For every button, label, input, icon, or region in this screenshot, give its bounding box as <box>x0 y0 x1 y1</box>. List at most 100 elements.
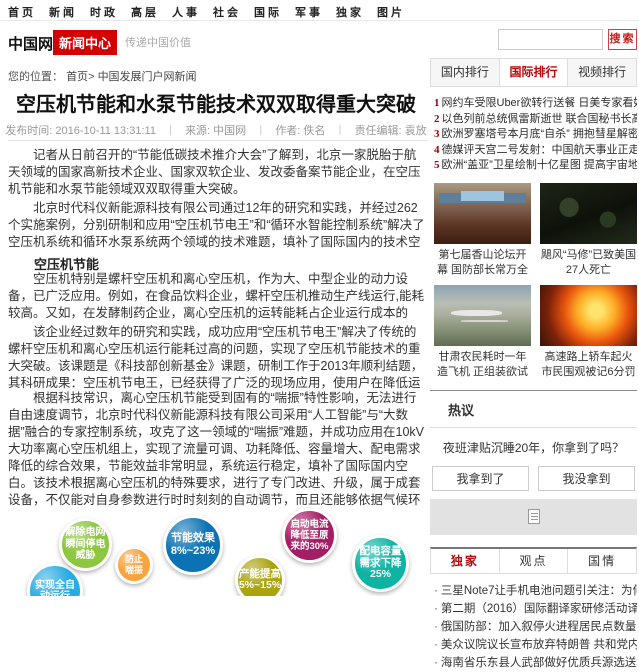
car-fire-photo <box>540 285 637 346</box>
exclusive-list: ·三星Note7让手机电池问题引关注：为何会爆炸 ·第二期（2016）国际翻译家… <box>434 582 637 672</box>
bullet: · <box>434 585 438 597</box>
list-item[interactable]: 2以色列前总统佩雷斯逝世 联合国秘书长高度评价其 <box>434 112 637 128</box>
hot-topic-question: 夜班津贴沉睡20年，你拿到了吗？ <box>430 428 637 466</box>
nav-item-pictures[interactable]: 图片 <box>377 4 405 20</box>
article-paragraph: 该企业经过数年的研究和实践，成功应用“空压机节电王”解决了传统的螺杆空压机和离心… <box>8 324 428 392</box>
site-logo[interactable]: 中国网 <box>8 33 53 54</box>
list-item[interactable]: ·美众议院议长宣布放弃特朗普 共和党内严重分裂 <box>434 636 637 654</box>
rank-number: 5 <box>434 159 440 171</box>
hot-topic-vote: 我拿到了 我没拿到 <box>430 466 637 491</box>
photo-news-grid: 第七届香山论坛开幕 国防部长常万全发表演讲 飓风“马修”已致美国27人死亡 甘肃… <box>434 183 637 380</box>
bullet: · <box>434 621 438 633</box>
breadcrumb-home-link[interactable]: 首页 <box>66 71 88 83</box>
list-item[interactable]: 5欧洲“盖亚”卫星绘制十亿星图 提高宇宙地图“分辨 <box>434 158 637 174</box>
list-item[interactable]: ·海南省乐东县人武部做好优质兵源选送教育工作 <box>434 654 637 672</box>
page-title: 空压机节能和水泵节能技术双双取得重大突破 <box>0 88 432 117</box>
rank-item-text: 德媒评天宫二号发射：中国航天事业正走向全盛阶段 <box>442 144 638 156</box>
vote-yes-button[interactable]: 我拿到了 <box>432 466 529 491</box>
bubble-label: 产能提高 5%~15% <box>236 569 284 592</box>
search-input[interactable] <box>498 29 603 50</box>
bubble-label: 启动电流降低至原来的30% <box>285 519 334 552</box>
article-paragraph: 记者从日前召开的“节能低碳技术推介大会”了解到，北京一家脱胎于航天领域的国家高新… <box>8 147 428 198</box>
rank-item-text: 欧洲罗塞塔号本月底“自杀” 拥抱彗星解密内外结 <box>442 128 638 140</box>
nav-item-politics[interactable]: 时政 <box>90 4 118 20</box>
list-item[interactable]: ·三星Note7让手机电池问题引关注：为何会爆炸 <box>434 582 637 600</box>
bubble-label: 配电容量需求下降25% <box>355 546 406 581</box>
breadcrumb-separator: > <box>88 71 94 83</box>
nav-item-exclusive[interactable]: 独家 <box>336 4 364 20</box>
exclusive-item-text: 第二期（2016）国际翻译家研修活动译者招募启事 <box>441 603 637 615</box>
rank-number: 4 <box>434 144 440 156</box>
hot-topic-footer <box>430 499 637 535</box>
photo-caption: 甘肃农民耗时一年造飞机 正组装欲试飞 <box>434 350 531 380</box>
search-button[interactable]: 搜索 <box>608 29 637 50</box>
tab-international-ranking[interactable]: 国际排行 <box>500 59 569 86</box>
tab-video-ranking[interactable]: 视频排行 <box>568 59 636 86</box>
breadcrumb-current-link[interactable]: 中国发展门户网新闻 <box>98 71 197 83</box>
rank-number: 2 <box>434 113 440 125</box>
article-meta: 发布时间: 2016-10-11 13:31:11 丨 来源: 中国网 丨 作者… <box>0 122 432 138</box>
rank-item-text: 欧洲“盖亚”卫星绘制十亿星图 提高宇宙地图“分辨 <box>442 159 638 171</box>
photo-caption: 高速路上轿车起火 市民围观被记6分罚款200 <box>540 350 637 380</box>
bubble-power-demand: 配电容量需求下降25% <box>352 535 409 592</box>
section-tabs: 独家 观点 国情 <box>430 547 637 574</box>
bullet: · <box>434 657 438 669</box>
exclusive-item-text: 俄国防部：加入叙停火进程居民点数量增至760个 <box>441 621 637 633</box>
bubble-anti-surge: 防止喘振 <box>115 546 153 584</box>
bubble-label: 节能效果 8%~23% <box>166 532 220 558</box>
meta-divider <box>8 140 428 141</box>
hurricane-photo <box>540 183 637 244</box>
comments-icon[interactable] <box>528 509 540 524</box>
nav-item-international[interactable]: 国际 <box>254 4 282 20</box>
forum-photo <box>434 183 531 244</box>
list-item[interactable]: 4德媒评天宫二号发射：中国航天事业正走向全盛阶段 <box>434 143 637 159</box>
meta-separator: 丨 <box>165 125 176 137</box>
bubble-label: 实现全自动运行 <box>30 580 80 597</box>
nav-item-top-level[interactable]: 高层 <box>131 4 159 20</box>
sidebar: 国内排行 国际排行 视频排行 1网约车受限Uber欲转行送餐 日美专家看好其前景… <box>430 58 637 672</box>
bubble-grid-outage: 解除电网瞬间停电威胁 <box>59 518 112 571</box>
tab-viewpoint[interactable]: 观点 <box>500 549 569 573</box>
photo-news-item[interactable]: 高速路上轿车起火 市民围观被记6分罚款200 <box>540 285 637 380</box>
site-slogan: 传递中国价值 <box>125 34 191 50</box>
photo-news-item[interactable]: 第七届香山论坛开幕 国防部长常万全发表演讲 <box>434 183 531 278</box>
article-editor: 责任编辑: 袁放 <box>355 125 427 137</box>
photo-news-item[interactable]: 飓风“马修”已致美国27人死亡 <box>540 183 637 278</box>
meta-separator: 丨 <box>255 125 266 137</box>
bubble-label: 防止喘振 <box>118 554 150 577</box>
tab-china-profile[interactable]: 国情 <box>568 549 636 573</box>
plane-photo <box>434 285 531 346</box>
exclusive-item-text: 三星Note7让手机电池问题引关注：为何会爆炸 <box>441 585 637 597</box>
nav-item-personnel[interactable]: 人事 <box>172 4 200 20</box>
photo-news-item[interactable]: 甘肃农民耗时一年造飞机 正组装欲试飞 <box>434 285 531 380</box>
rank-item-text: 以色列前总统佩雷斯逝世 联合国秘书长高度评价其 <box>442 113 638 125</box>
nav-item-home[interactable]: 首页 <box>8 4 36 20</box>
bubble-start-current: 启动电流降低至原来的30% <box>282 508 337 563</box>
rank-item-text: 网约车受限Uber欲转行送餐 日美专家看好其前景 <box>442 97 638 109</box>
vote-no-button[interactable]: 我没拿到 <box>538 466 635 491</box>
ranking-list: 1网约车受限Uber欲转行送餐 日美专家看好其前景 2以色列前总统佩雷斯逝世 联… <box>434 96 637 174</box>
exclusive-item-text: 海南省乐东县人武部做好优质兵源选送教育工作 <box>441 657 637 669</box>
rank-number: 1 <box>434 97 440 109</box>
nav-item-news[interactable]: 新闻 <box>49 4 77 20</box>
tab-exclusive[interactable]: 独家 <box>431 549 500 573</box>
article-paragraph: 根据科技常识，离心空压机节能受到固有的“喘振”特性影响，无法进行自由速度调节，北… <box>8 390 428 509</box>
bullet: · <box>434 639 438 651</box>
tab-domestic-ranking[interactable]: 国内排行 <box>431 59 500 86</box>
list-item[interactable]: ·第二期（2016）国际翻译家研修活动译者招募启事 <box>434 600 637 618</box>
nav-item-society[interactable]: 社会 <box>213 4 241 20</box>
hot-topic-title: 热议 <box>430 391 637 428</box>
article-paragraph: 空压机特别是螺杆空压机和离心空压机，作为大、中型企业的动力设备，已广泛应用。例如… <box>8 271 428 322</box>
benefits-infographic: 实现全自动运行 解除电网瞬间停电威胁 防止喘振 节能效果 8%~23% 产能提高… <box>0 505 432 596</box>
list-item[interactable]: ·俄国防部：加入叙停火进程居民点数量增至760个 <box>434 618 637 636</box>
nav-item-military[interactable]: 军事 <box>295 4 323 20</box>
top-nav: 首页新闻时政高层人事社会国际军事独家图片 <box>0 0 639 21</box>
exclusive-item-text: 美众议院议长宣布放弃特朗普 共和党内严重分裂 <box>441 639 637 651</box>
meta-separator: 丨 <box>335 125 346 137</box>
list-item[interactable]: 3欧洲罗塞塔号本月底“自杀” 拥抱彗星解密内外结 <box>434 127 637 143</box>
article-author: 作者: 佚名 <box>275 125 325 137</box>
news-center-badge[interactable]: 新闻中心 <box>53 30 117 55</box>
hot-topic-section: 热议 夜班津贴沉睡20年，你拿到了吗？ 我拿到了 我没拿到 <box>430 390 637 535</box>
list-item[interactable]: 1网约车受限Uber欲转行送餐 日美专家看好其前景 <box>434 96 637 112</box>
bubble-energy-saving: 节能效果 8%~23% <box>163 515 223 575</box>
